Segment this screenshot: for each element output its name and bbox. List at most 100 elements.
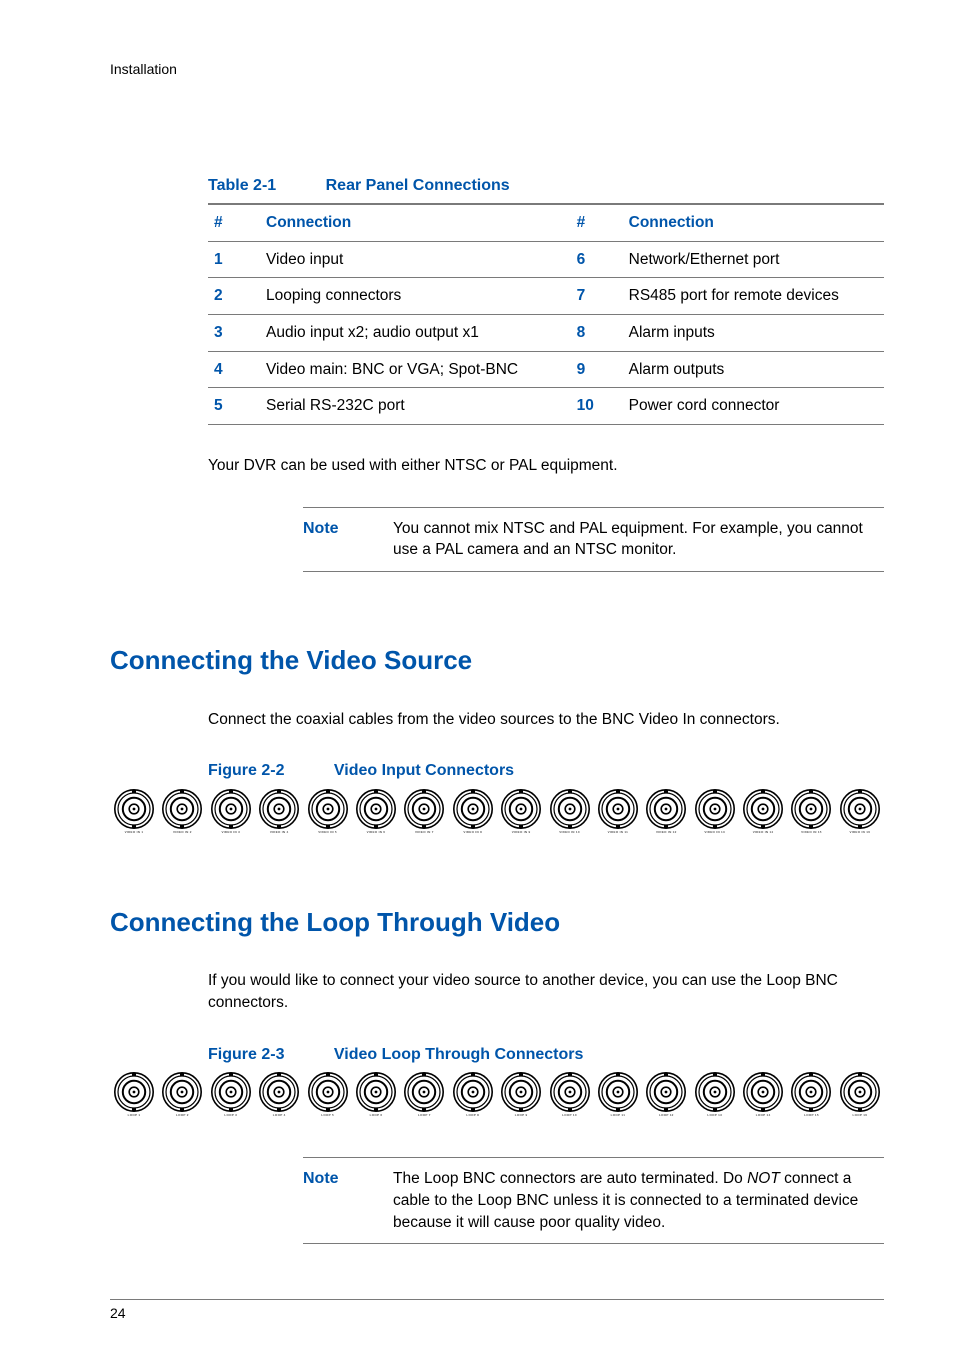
bnc-connector: LOOP 7 <box>400 1072 448 1117</box>
bnc-connector-label: LOOP 10 <box>562 1113 577 1117</box>
bnc-connector: LOOP 4 <box>255 1072 303 1117</box>
bnc-connector-icon <box>840 789 880 829</box>
bnc-connector-label: LOOP 8 <box>466 1113 479 1117</box>
note-block: Note The Loop BNC connectors are auto te… <box>303 1157 884 1244</box>
bnc-connector-icon <box>550 789 590 829</box>
figure-caption-title: Video Input Connectors <box>334 762 514 779</box>
page-footer: 24 <box>110 1299 884 1324</box>
bnc-connector: LOOP 15 <box>787 1072 835 1117</box>
figure-caption: Figure 2-2 Video Input Connectors <box>208 760 884 782</box>
cell-conn: Video main: BNC or VGA; Spot-BNC <box>260 351 571 388</box>
bnc-connector-row: VIDEO IN 1VIDEO IN 2VIDEO IN 3VIDEO IN 4… <box>110 789 884 834</box>
table-row: 3 Audio input x2; audio output x1 8 Alar… <box>208 315 884 352</box>
bnc-connector-label: VIDEO IN 2 <box>173 830 192 834</box>
note-block: Note You cannot mix NTSC and PAL equipme… <box>303 507 884 572</box>
bnc-connector-label: LOOP 4 <box>273 1113 286 1117</box>
cell-conn: Looping connectors <box>260 278 571 315</box>
bnc-connector: VIDEO IN 4 <box>255 789 303 834</box>
bnc-connector-icon <box>598 1072 638 1112</box>
bnc-connector-icon <box>501 1072 541 1112</box>
col-conn-2: Connection <box>623 204 884 241</box>
bnc-connector-label: VIDEO IN 5 <box>318 830 337 834</box>
bnc-connector-label: VIDEO IN 16 <box>850 830 871 834</box>
bnc-connector: LOOP 6 <box>352 1072 400 1117</box>
note-text-em: NOT <box>747 1170 780 1187</box>
bnc-connector-label: LOOP 14 <box>756 1113 771 1117</box>
note-text-pre: The Loop BNC connectors are auto termina… <box>393 1170 747 1187</box>
bnc-connector: LOOP 8 <box>449 1072 497 1117</box>
bnc-connector-icon <box>550 1072 590 1112</box>
cell-conn: Alarm inputs <box>623 315 884 352</box>
cell-conn: Network/Ethernet port <box>623 241 884 278</box>
bnc-connector: VIDEO IN 3 <box>207 789 255 834</box>
body-paragraph: If you would like to connect your video … <box>208 970 884 1013</box>
figure-caption-title: Video Loop Through Connectors <box>334 1046 583 1063</box>
cell-num: 1 <box>208 241 260 278</box>
bnc-connector-icon <box>646 1072 686 1112</box>
cell-conn: RS485 port for remote devices <box>623 278 884 315</box>
table-row: 2 Looping connectors 7 RS485 port for re… <box>208 278 884 315</box>
bnc-connector-label: LOOP 11 <box>611 1113 626 1117</box>
cell-conn: Alarm outputs <box>623 351 884 388</box>
bnc-connector: VIDEO IN 5 <box>304 789 352 834</box>
bnc-connector-label: LOOP 5 <box>321 1113 334 1117</box>
col-num-2: # <box>571 204 623 241</box>
bnc-connector-icon <box>162 789 202 829</box>
cell-num: 3 <box>208 315 260 352</box>
bnc-connector-icon <box>646 789 686 829</box>
figure-caption: Figure 2-3 Video Loop Through Connectors <box>208 1044 884 1066</box>
bnc-connector-label: LOOP 13 <box>707 1113 722 1117</box>
note-label: Note <box>303 1168 393 1190</box>
bnc-connector-label: LOOP 3 <box>224 1113 237 1117</box>
bnc-connector-label: VIDEO IN 6 <box>367 830 386 834</box>
bnc-connector-icon <box>404 789 444 829</box>
page-number: 24 <box>110 1305 126 1321</box>
bnc-connector: VIDEO IN 7 <box>400 789 448 834</box>
bnc-connector-label: VIDEO IN 7 <box>415 830 434 834</box>
figure-caption-label: Figure 2-2 <box>208 762 284 779</box>
bnc-connector: VIDEO IN 10 <box>546 789 594 834</box>
col-num-1: # <box>208 204 260 241</box>
section-heading-video-source: Connecting the Video Source <box>110 642 884 678</box>
bnc-connector-label: LOOP 2 <box>176 1113 189 1117</box>
bnc-connector-icon <box>453 789 493 829</box>
bnc-connector-icon <box>695 789 735 829</box>
section-heading-loop-through: Connecting the Loop Through Video <box>110 904 884 940</box>
bnc-connector-label: VIDEO IN 11 <box>608 830 628 834</box>
cell-num: 9 <box>571 351 623 388</box>
note-text: The Loop BNC connectors are auto termina… <box>393 1168 884 1233</box>
cell-num: 4 <box>208 351 260 388</box>
bnc-connector: LOOP 1 <box>110 1072 158 1117</box>
table-row: 1 Video input 6 Network/Ethernet port <box>208 241 884 278</box>
bnc-connector-icon <box>114 1072 154 1112</box>
bnc-connector-label: VIDEO IN 9 <box>512 830 531 834</box>
bnc-connector-label: LOOP 12 <box>659 1113 674 1117</box>
bnc-connector: LOOP 14 <box>739 1072 787 1117</box>
bnc-connector-icon <box>743 789 783 829</box>
bnc-connector-label: VIDEO IN 4 <box>270 830 289 834</box>
bnc-connector: LOOP 16 <box>836 1072 884 1117</box>
bnc-connector-label: VIDEO IN 13 <box>704 830 725 834</box>
bnc-connector-label: LOOP 15 <box>804 1113 819 1117</box>
bnc-connector-label: LOOP 1 <box>128 1113 141 1117</box>
cell-num: 5 <box>208 388 260 425</box>
bnc-connector: LOOP 13 <box>691 1072 739 1117</box>
bnc-connector-icon <box>162 1072 202 1112</box>
bnc-connector-label: VIDEO IN 10 <box>559 830 580 834</box>
bnc-connector-icon <box>211 1072 251 1112</box>
bnc-connector: VIDEO IN 11 <box>594 789 642 834</box>
cell-num: 10 <box>571 388 623 425</box>
col-conn-1: Connection <box>260 204 571 241</box>
body-paragraph: Your DVR can be used with either NTSC or… <box>208 455 884 477</box>
bnc-connector-icon <box>695 1072 735 1112</box>
bnc-connector-label: VIDEO IN 12 <box>656 830 677 834</box>
cell-num: 2 <box>208 278 260 315</box>
rear-panel-table: # Connection # Connection 1 Video input … <box>208 203 884 425</box>
bnc-connector: LOOP 3 <box>207 1072 255 1117</box>
table-caption: Table 2-1 Rear Panel Connections <box>208 175 884 197</box>
bnc-connector-icon <box>356 1072 396 1112</box>
table-row: 4 Video main: BNC or VGA; Spot-BNC 9 Ala… <box>208 351 884 388</box>
note-text: You cannot mix NTSC and PAL equipment. F… <box>393 518 884 561</box>
bnc-connector-icon <box>453 1072 493 1112</box>
bnc-connector: VIDEO IN 9 <box>497 789 545 834</box>
